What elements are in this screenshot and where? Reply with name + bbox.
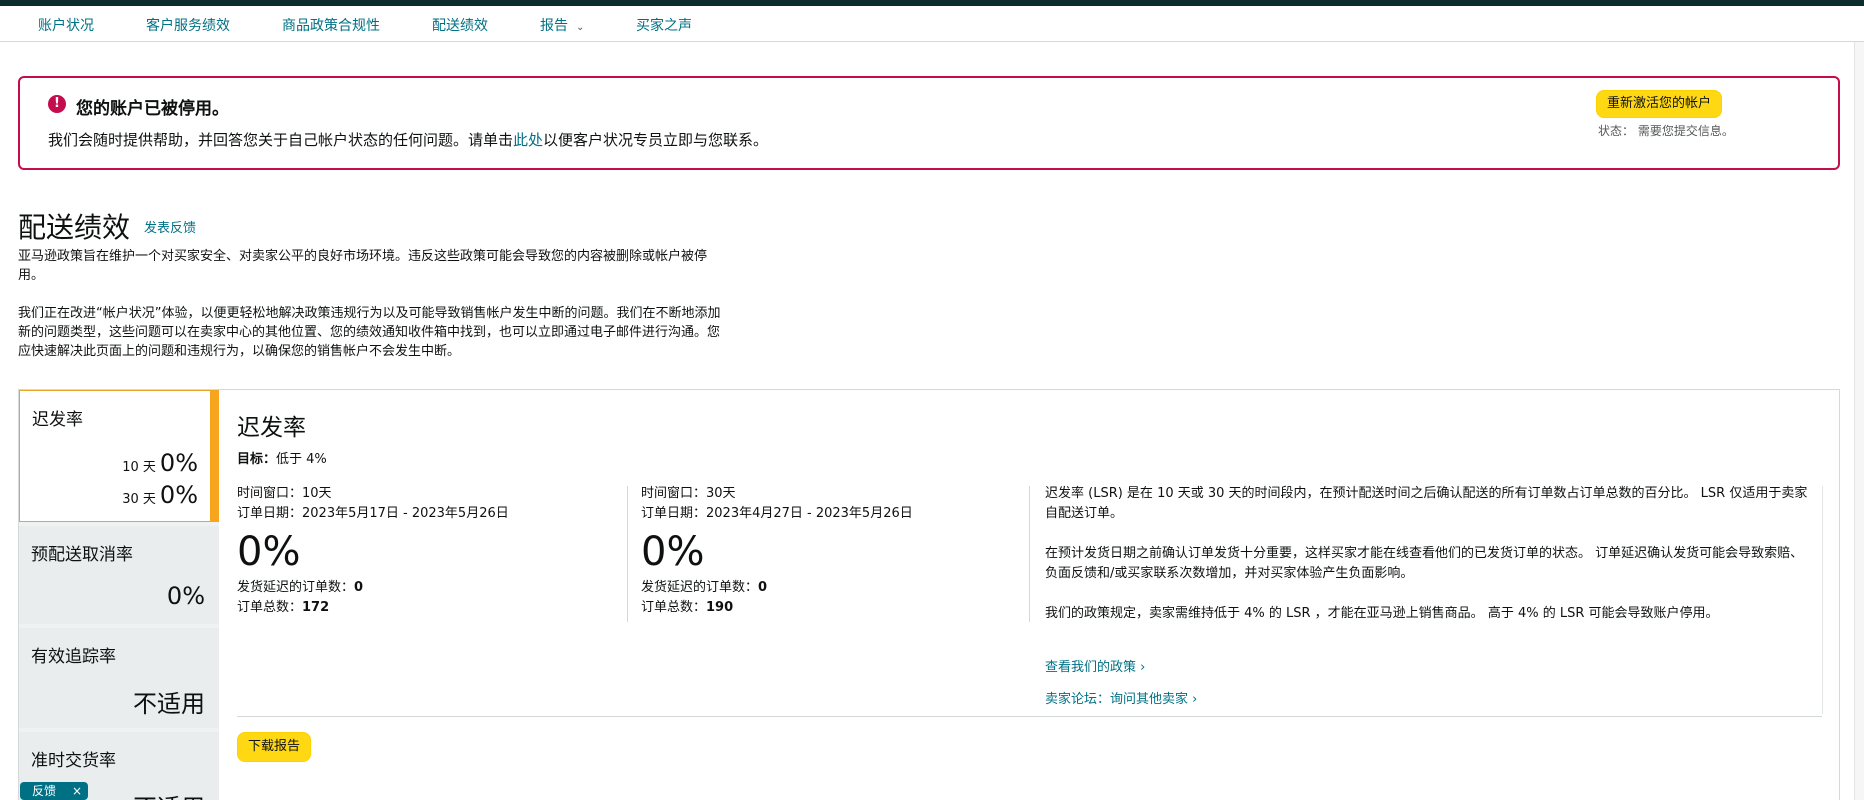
column-divider [1029,486,1030,622]
lsr-30-day-value: 0% [159,481,198,509]
late-orders-label: 发货延迟的订单数： [237,580,355,595]
nav-account-health[interactable]: 账户状况 [38,15,94,35]
late-orders: 发货延迟的订单数：0 [237,578,637,598]
sidebar-item-label: 准时交货率 [31,751,116,771]
nav-customer-service[interactable]: 客户服务绩效 [146,15,230,35]
seller-forum-label: 卖家论坛：询问其他卖家 [1045,692,1189,707]
total-orders: 订单总数：190 [641,598,1041,618]
reactivate-account-button[interactable]: 重新激活您的帐户 [1596,90,1723,118]
send-feedback-link[interactable]: 发表反馈 [144,217,196,236]
description-paragraph-2: 在预计发货日期之前确认订单发货十分重要，这样买家才能在线查看他们的已发货订单的状… [1045,546,1804,581]
alert-text-before: 我们会随时提供帮助，并回答您关于自己帐户状态的任何问题。请单击 [48,131,514,149]
total-orders-value: 172 [302,600,330,615]
lsr-10-day-value: 0% [159,449,198,477]
view-policy-link[interactable]: 查看我们的政策 › [1045,656,1145,675]
download-report-button[interactable]: 下载报告 [237,732,312,762]
chevron-right-icon: › [1140,660,1146,675]
chevron-right-icon: › [1192,692,1198,707]
window-10-day: 时间窗口：10天 订单日期：2023年5月17日 - 2023年5月26日 0%… [237,484,637,618]
target-label: 目标： [237,452,277,467]
order-dates: 订单日期：2023年5月17日 - 2023年5月26日 [237,506,509,521]
target-value: 低于 4% [276,452,327,467]
intro-text: 亚马逊政策旨在维护一个对买家安全、对卖家公平的良好市场环境。违反这些政策可能会导… [18,247,728,380]
sidebar-item-label: 有效追踪率 [31,647,116,667]
nav-product-policy[interactable]: 商品政策合规性 [282,15,380,35]
late-orders-label: 发货延迟的订单数： [641,580,759,595]
contact-here-link[interactable]: 此处 [513,131,543,149]
intro-paragraph-1: 亚马逊政策旨在维护一个对买家安全、对卖家公平的良好市场环境。违反这些政策可能会导… [18,249,708,283]
detail-title: 迟发率 [237,415,306,441]
order-dates: 订单日期：2023年4月27日 - 2023年5月26日 [641,506,913,521]
alert-status: 状态： 需要您提交信息。 [1598,124,1734,138]
sidebar-item-label: 预配送取消率 [31,545,133,565]
sidebar-item-label: 迟发率 [32,410,83,430]
description-border [1822,486,1823,714]
rate-value: 0% [641,529,705,575]
nav-reports[interactable]: 报告 ⌄ [540,15,584,35]
close-icon[interactable]: × [72,782,82,800]
page-scrollbar[interactable] [1854,42,1864,800]
late-orders-value: 0 [354,580,364,595]
description-paragraph-1: 迟发率 (LSR) 是在 10 天或 30 天的时间段内，在预计配送时间之后确认… [1045,486,1808,521]
top-navigation: 账户状况 客户服务绩效 商品政策合规性 配送绩效 报告 ⌄ 买家之声 [0,6,1864,42]
lsr-10-day-label: 10 天 [122,460,156,475]
alert-title: 您的账户已被停用。 [76,99,229,119]
total-orders: 订单总数：172 [237,598,637,618]
nav-reports-label: 报告 [540,18,568,34]
alert-message: 我们会随时提供帮助，并回答您关于自己帐户状态的任何问题。请单击此处以便客户状况专… [48,129,768,150]
rate-value: 0% [237,529,301,575]
lsr-10-day: 10 天 0% [122,449,198,477]
description-paragraph-3: 我们的政策规定，卖家需维持低于 4% 的 LSR ，才能在亚马逊上销售商品。 高… [1045,606,1719,621]
sidebar-item-valid-tracking[interactable]: 有效追踪率 不适用 [19,628,219,728]
column-divider [627,486,628,622]
late-orders-value: 0 [758,580,768,595]
sidebar-item-value: 不适用 [133,788,205,800]
total-orders-label: 订单总数： [641,600,707,615]
seller-forum-link[interactable]: 卖家论坛：询问其他卖家 › [1045,688,1197,707]
chevron-down-icon: ⌄ [576,22,585,33]
lsr-30-day-label: 30 天 [122,492,156,507]
metrics-sidebar: 迟发率 10 天 0% 30 天 0% 预配送取消率 0% 有效追踪率 不适用 准时… [19,390,219,800]
time-window: 时间窗口：30天 [641,486,736,501]
nav-voice-of-buyer[interactable]: 买家之声 [636,15,692,35]
alert-text-after: 以便客户状况专员立即与您联系。 [543,131,769,149]
total-orders-label: 订单总数： [237,600,303,615]
feedback-chip[interactable]: 反馈 × [20,782,88,800]
account-deactivated-alert: ! 您的账户已被停用。 我们会随时提供帮助，并回答您关于自己帐户状态的任何问题。… [18,76,1840,170]
lsr-30-day: 30 天 0% [122,481,198,509]
time-window: 时间窗口：10天 [237,486,332,501]
intro-paragraph-2: 我们正在改进“帐户状况”体验，以便更轻松地解决政策违规行为以及可能导致销售帐户发… [18,306,721,359]
total-orders-value: 190 [706,600,734,615]
target: 目标：低于 4% [237,448,327,467]
sidebar-item-late-shipment-rate[interactable]: 迟发率 10 天 0% 30 天 0% [19,390,219,522]
sidebar-item-value: 0% [166,582,205,610]
sidebar-item-pre-fulfillment-cancel[interactable]: 预配送取消率 0% [19,526,219,624]
page-title: 配送绩效 [18,211,131,244]
metrics-panel: 迟发率 10 天 0% 30 天 0% 预配送取消率 0% 有效追踪率 不适用 准时… [18,389,1840,800]
late-orders: 发货延迟的订单数：0 [641,578,1041,598]
section-divider [237,716,1822,717]
view-policy-label: 查看我们的政策 [1045,660,1137,675]
exclamation-icon: ! [48,95,66,113]
window-30-day: 时间窗口：30天 订单日期：2023年4月27日 - 2023年5月26日 0%… [641,484,1041,618]
feedback-chip-label: 反馈 [32,784,57,798]
metric-description: 迟发率 (LSR) 是在 10 天或 30 天的时间段内，在预计配送时间之后确认… [1045,484,1815,644]
sidebar-item-value: 不适用 [133,690,205,718]
nav-shipping-performance[interactable]: 配送绩效 [432,15,488,35]
